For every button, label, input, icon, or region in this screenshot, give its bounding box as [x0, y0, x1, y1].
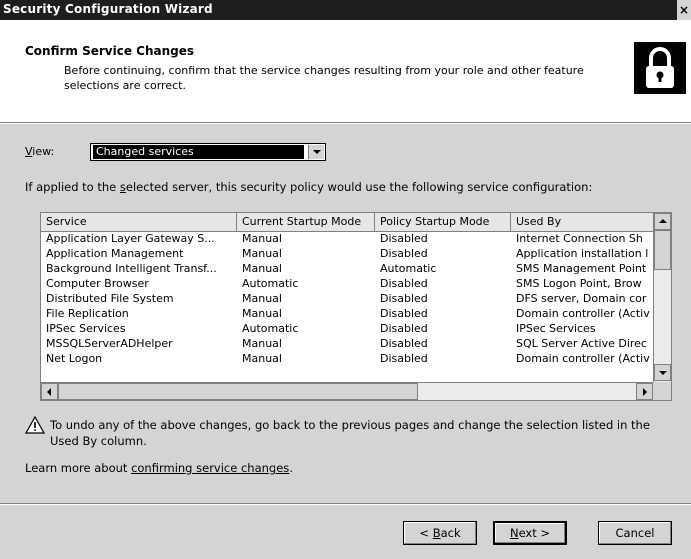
column-header-current-startup[interactable]: Current Startup Mode	[237, 213, 375, 231]
wizard-window: Security Configuration Wizard × Confirm …	[0, 0, 691, 559]
view-label: View:	[25, 145, 55, 158]
learn-more: Learn more about confirming service chan…	[25, 461, 293, 475]
table-cell: Manual	[242, 292, 282, 305]
view-dropdown-value[interactable]: Changed services	[93, 145, 304, 159]
view-dropdown[interactable]: Changed services	[90, 143, 326, 161]
title-bar[interactable]: Security Configuration Wizard ×	[0, 0, 691, 20]
confirming-service-changes-link[interactable]: confirming service changes	[131, 461, 289, 475]
table-cell: Disabled	[380, 337, 428, 350]
table-cell: Net Logon	[46, 352, 103, 365]
warning-text: To undo any of the above changes, go bac…	[50, 418, 650, 448]
table-cell: Disabled	[380, 292, 428, 305]
column-header-service[interactable]: Service	[41, 213, 237, 231]
table-cell: Application installation l	[516, 247, 649, 260]
table-row[interactable]: Application Layer Gateway S... Manual Disa…	[41, 232, 653, 246]
scroll-right-icon[interactable]	[636, 383, 653, 400]
vertical-scrollbar[interactable]	[653, 213, 671, 382]
table-cell: Internet Connection Sh	[516, 232, 643, 245]
table-cell: Manual	[242, 352, 282, 365]
page-description: Before continuing, confirm that the serv…	[64, 64, 584, 92]
table-cell: Disabled	[380, 307, 428, 320]
table-cell: Manual	[242, 247, 282, 260]
table-row[interactable]: IPSec Services Automatic Disabled IPSec Ser…	[41, 322, 653, 336]
table-cell: Distributed File System	[46, 292, 174, 305]
table-cell: Domain controller (Activ	[516, 307, 650, 320]
table-cell: Disabled	[380, 277, 428, 290]
next-button[interactable]: Next >	[493, 521, 567, 545]
table-cell: MSSQLServerADHelper	[46, 337, 173, 350]
table-cell: Manual	[242, 232, 282, 245]
chevron-down-icon[interactable]	[308, 145, 324, 159]
horizontal-scroll-thumb[interactable]	[58, 383, 418, 400]
table-cell: SMS Management Point	[516, 262, 647, 275]
table-cell: File Replication	[46, 307, 129, 320]
header-divider	[0, 123, 691, 124]
lock-icon	[634, 42, 686, 94]
intro-text: If applied to the selected server, this …	[25, 180, 593, 194]
back-button[interactable]: < Back	[403, 521, 477, 545]
table-cell: Domain controller (Activ	[516, 352, 650, 365]
window-title: Security Configuration Wizard	[3, 2, 213, 16]
table-cell: SQL Server Active Direc	[516, 337, 647, 350]
table-cell: DFS server, Domain cor	[516, 292, 647, 305]
table-row[interactable]: Computer Browser Automatic Disabled SMS Log…	[41, 277, 653, 291]
column-header-policy-startup[interactable]: Policy Startup Mode	[375, 213, 511, 231]
table-cell: Disabled	[380, 322, 428, 335]
table-cell: Manual	[242, 337, 282, 350]
vertical-scroll-thumb[interactable]	[654, 230, 671, 270]
table-cell: Application Layer Gateway S...	[46, 232, 215, 245]
scroll-down-icon[interactable]	[654, 364, 671, 381]
table-row[interactable]: File Replication Manual Disabled Domain con…	[41, 307, 653, 321]
table-cell: Automatic	[242, 322, 299, 335]
table-cell: Manual	[242, 262, 282, 275]
list-header: Service Current Startup Mode Policy Star…	[41, 213, 653, 232]
table-row[interactable]: Net Logon Manual Disabled Domain controller…	[41, 352, 653, 366]
wizard-header: Confirm Service Changes Before continuin…	[0, 20, 691, 123]
page-title: Confirm Service Changes	[25, 44, 195, 58]
list-body: Application Layer Gateway S... Manual Disa…	[41, 232, 653, 382]
table-row[interactable]: MSSQLServerADHelper Manual Disabled SQL Ser…	[41, 337, 653, 351]
table-row[interactable]: Application Management Manual Disabled Appl…	[41, 247, 653, 261]
cancel-button[interactable]: Cancel	[598, 521, 672, 545]
table-cell: Automatic	[242, 277, 299, 290]
table-cell: Manual	[242, 307, 282, 320]
table-row[interactable]: Distributed File System Manual Disabled DFS…	[41, 292, 653, 306]
horizontal-scrollbar[interactable]	[41, 382, 653, 400]
scroll-up-icon[interactable]	[654, 213, 671, 230]
column-header-used-by[interactable]: Used By	[511, 213, 653, 231]
table-cell: IPSec Services	[516, 322, 596, 335]
table-cell: Disabled	[380, 247, 428, 260]
warning-icon	[24, 415, 46, 434]
scroll-left-icon[interactable]	[41, 383, 58, 400]
table-cell: Disabled	[380, 352, 428, 365]
table-cell: Disabled	[380, 232, 428, 245]
scroll-corner	[653, 382, 671, 400]
table-cell: Application Management	[46, 247, 184, 260]
services-list[interactable]: Service Current Startup Mode Policy Star…	[40, 212, 672, 401]
table-cell: IPSec Services	[46, 322, 126, 335]
table-cell: SMS Logon Point, Brow	[516, 277, 642, 290]
table-cell: Automatic	[380, 262, 437, 275]
table-cell: Computer Browser	[46, 277, 149, 290]
table-row[interactable]: Background Intelligent Transf... Manual Au…	[41, 262, 653, 276]
table-cell: Background Intelligent Transf...	[46, 262, 217, 275]
close-button[interactable]: ×	[677, 0, 691, 20]
